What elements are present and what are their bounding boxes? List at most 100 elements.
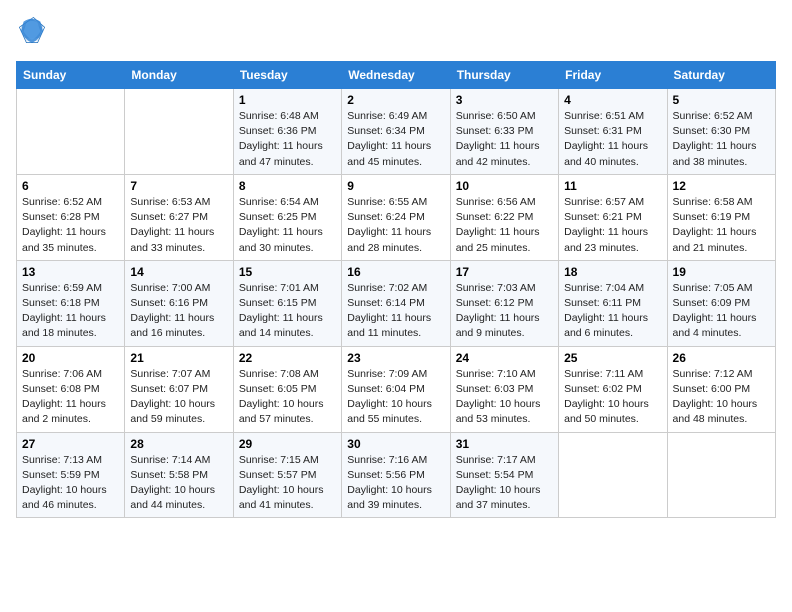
page-header (16, 16, 776, 49)
column-header-sunday: Sunday (17, 62, 125, 89)
day-info: Sunrise: 6:53 AM Sunset: 6:27 PM Dayligh… (130, 195, 227, 256)
logo (16, 16, 46, 49)
logo-icon (18, 16, 46, 44)
calendar-cell: 3Sunrise: 6:50 AM Sunset: 6:33 PM Daylig… (450, 89, 558, 175)
calendar-cell: 6Sunrise: 6:52 AM Sunset: 6:28 PM Daylig… (17, 174, 125, 260)
day-number: 11 (564, 179, 661, 193)
calendar-cell: 16 Sunrise: 7:02 AM Sunset: 6:14 PM Dayli… (342, 260, 450, 346)
calendar-cell: 17 Sunrise: 7:03 AM Sunset: 6:12 PM Dayli… (450, 260, 558, 346)
day-number: 22 (239, 351, 336, 365)
calendar-cell: 7 Sunrise: 6:53 AM Sunset: 6:27 PM Daylig… (125, 174, 233, 260)
day-info: Sunrise: 7:06 AM Sunset: 6:08 PM Dayligh… (22, 367, 119, 428)
calendar-cell: 31 Sunrise: 7:17 AM Sunset: 5:54 PM Dayli… (450, 432, 558, 518)
day-number: 23 (347, 351, 444, 365)
day-number: 3 (456, 93, 553, 107)
day-info: Sunrise: 7:12 AM Sunset: 6:00 PM Dayligh… (673, 367, 770, 428)
day-info: Sunrise: 6:57 AM Sunset: 6:21 PM Dayligh… (564, 195, 661, 256)
day-info: Sunrise: 6:54 AM Sunset: 6:25 PM Dayligh… (239, 195, 336, 256)
calendar-cell: 25 Sunrise: 7:11 AM Sunset: 6:02 PM Dayli… (559, 346, 667, 432)
day-info: Sunrise: 6:52 AM Sunset: 6:30 PM Dayligh… (673, 109, 770, 170)
day-number: 5 (673, 93, 770, 107)
calendar-cell: 22Sunrise: 7:08 AM Sunset: 6:05 PM Dayli… (233, 346, 341, 432)
calendar-cell: 5 Sunrise: 6:52 AM Sunset: 6:30 PM Daylig… (667, 89, 775, 175)
calendar-cell: 29Sunrise: 7:15 AM Sunset: 5:57 PM Dayli… (233, 432, 341, 518)
day-number: 17 (456, 265, 553, 279)
calendar-week-row: 6Sunrise: 6:52 AM Sunset: 6:28 PM Daylig… (17, 174, 776, 260)
day-number: 27 (22, 437, 119, 451)
calendar-cell: 2Sunrise: 6:49 AM Sunset: 6:34 PM Daylig… (342, 89, 450, 175)
calendar-cell: 8 Sunrise: 6:54 AM Sunset: 6:25 PM Daylig… (233, 174, 341, 260)
day-info: Sunrise: 7:04 AM Sunset: 6:11 PM Dayligh… (564, 281, 661, 342)
calendar-table: SundayMondayTuesdayWednesdayThursdayFrid… (16, 61, 776, 518)
calendar-cell: 20 Sunrise: 7:06 AM Sunset: 6:08 PM Dayli… (17, 346, 125, 432)
day-number: 8 (239, 179, 336, 193)
calendar-cell: 27 Sunrise: 7:13 AM Sunset: 5:59 PM Dayli… (17, 432, 125, 518)
calendar-cell: 13 Sunrise: 6:59 AM Sunset: 6:18 PM Dayli… (17, 260, 125, 346)
calendar-week-row: 13 Sunrise: 6:59 AM Sunset: 6:18 PM Dayli… (17, 260, 776, 346)
calendar-cell: 21Sunrise: 7:07 AM Sunset: 6:07 PM Dayli… (125, 346, 233, 432)
calendar-cell: 30 Sunrise: 7:16 AM Sunset: 5:56 PM Dayli… (342, 432, 450, 518)
day-info: Sunrise: 7:16 AM Sunset: 5:56 PM Dayligh… (347, 453, 444, 514)
day-number: 26 (673, 351, 770, 365)
day-info: Sunrise: 7:10 AM Sunset: 6:03 PM Dayligh… (456, 367, 553, 428)
column-header-tuesday: Tuesday (233, 62, 341, 89)
day-info: Sunrise: 7:00 AM Sunset: 6:16 PM Dayligh… (130, 281, 227, 342)
calendar-week-row: 20 Sunrise: 7:06 AM Sunset: 6:08 PM Dayli… (17, 346, 776, 432)
day-info: Sunrise: 7:03 AM Sunset: 6:12 PM Dayligh… (456, 281, 553, 342)
calendar-header-row: SundayMondayTuesdayWednesdayThursdayFrid… (17, 62, 776, 89)
column-header-thursday: Thursday (450, 62, 558, 89)
day-number: 19 (673, 265, 770, 279)
day-number: 10 (456, 179, 553, 193)
day-number: 14 (130, 265, 227, 279)
day-info: Sunrise: 7:13 AM Sunset: 5:59 PM Dayligh… (22, 453, 119, 514)
calendar-week-row: 1Sunrise: 6:48 AM Sunset: 6:36 PM Daylig… (17, 89, 776, 175)
calendar-cell: 10Sunrise: 6:56 AM Sunset: 6:22 PM Dayli… (450, 174, 558, 260)
day-number: 16 (347, 265, 444, 279)
day-info: Sunrise: 7:09 AM Sunset: 6:04 PM Dayligh… (347, 367, 444, 428)
day-info: Sunrise: 6:52 AM Sunset: 6:28 PM Dayligh… (22, 195, 119, 256)
calendar-cell: 23 Sunrise: 7:09 AM Sunset: 6:04 PM Dayli… (342, 346, 450, 432)
day-number: 9 (347, 179, 444, 193)
day-info: Sunrise: 7:05 AM Sunset: 6:09 PM Dayligh… (673, 281, 770, 342)
day-number: 12 (673, 179, 770, 193)
day-number: 15 (239, 265, 336, 279)
calendar-cell (667, 432, 775, 518)
calendar-cell: 9 Sunrise: 6:55 AM Sunset: 6:24 PM Daylig… (342, 174, 450, 260)
day-info: Sunrise: 7:07 AM Sunset: 6:07 PM Dayligh… (130, 367, 227, 428)
day-info: Sunrise: 7:14 AM Sunset: 5:58 PM Dayligh… (130, 453, 227, 514)
day-info: Sunrise: 7:01 AM Sunset: 6:15 PM Dayligh… (239, 281, 336, 342)
day-info: Sunrise: 6:59 AM Sunset: 6:18 PM Dayligh… (22, 281, 119, 342)
day-number: 20 (22, 351, 119, 365)
calendar-cell: 11 Sunrise: 6:57 AM Sunset: 6:21 PM Dayli… (559, 174, 667, 260)
day-info: Sunrise: 6:49 AM Sunset: 6:34 PM Dayligh… (347, 109, 444, 170)
calendar-cell: 24Sunrise: 7:10 AM Sunset: 6:03 PM Dayli… (450, 346, 558, 432)
day-number: 1 (239, 93, 336, 107)
day-info: Sunrise: 7:02 AM Sunset: 6:14 PM Dayligh… (347, 281, 444, 342)
day-number: 18 (564, 265, 661, 279)
column-header-monday: Monday (125, 62, 233, 89)
calendar-cell: 12 Sunrise: 6:58 AM Sunset: 6:19 PM Dayli… (667, 174, 775, 260)
calendar-cell: 14 Sunrise: 7:00 AM Sunset: 6:16 PM Dayli… (125, 260, 233, 346)
day-number: 4 (564, 93, 661, 107)
calendar-cell: 26 Sunrise: 7:12 AM Sunset: 6:00 PM Dayli… (667, 346, 775, 432)
calendar-week-row: 27 Sunrise: 7:13 AM Sunset: 5:59 PM Dayli… (17, 432, 776, 518)
calendar-cell: 4Sunrise: 6:51 AM Sunset: 6:31 PM Daylig… (559, 89, 667, 175)
calendar-cell: 18 Sunrise: 7:04 AM Sunset: 6:11 PM Dayli… (559, 260, 667, 346)
calendar-cell (125, 89, 233, 175)
day-info: Sunrise: 7:11 AM Sunset: 6:02 PM Dayligh… (564, 367, 661, 428)
day-number: 13 (22, 265, 119, 279)
day-number: 29 (239, 437, 336, 451)
column-header-saturday: Saturday (667, 62, 775, 89)
day-number: 31 (456, 437, 553, 451)
day-info: Sunrise: 6:58 AM Sunset: 6:19 PM Dayligh… (673, 195, 770, 256)
day-number: 28 (130, 437, 227, 451)
day-info: Sunrise: 7:17 AM Sunset: 5:54 PM Dayligh… (456, 453, 553, 514)
calendar-cell (17, 89, 125, 175)
day-number: 30 (347, 437, 444, 451)
day-number: 7 (130, 179, 227, 193)
day-number: 25 (564, 351, 661, 365)
column-header-friday: Friday (559, 62, 667, 89)
calendar-cell (559, 432, 667, 518)
calendar-cell: 15 Sunrise: 7:01 AM Sunset: 6:15 PM Dayli… (233, 260, 341, 346)
day-info: Sunrise: 6:55 AM Sunset: 6:24 PM Dayligh… (347, 195, 444, 256)
